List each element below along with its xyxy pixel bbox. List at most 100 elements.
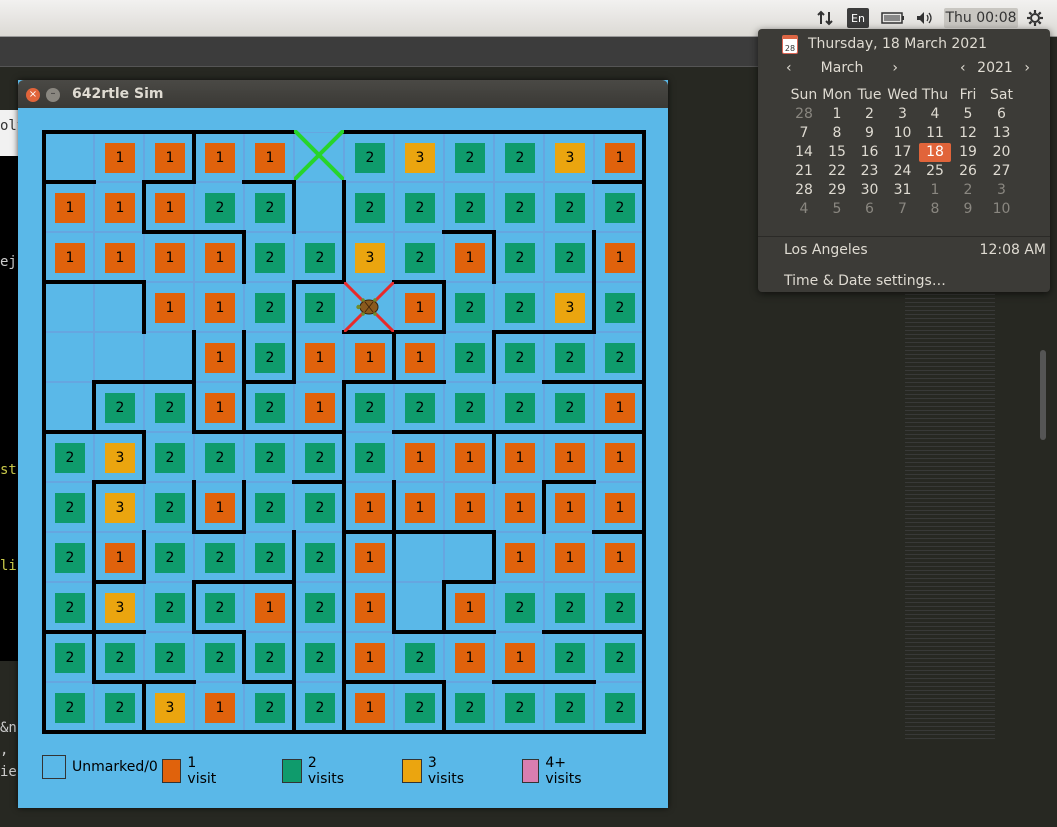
visit-count-marker: 1 xyxy=(505,543,535,573)
calendar-day[interactable]: 6 xyxy=(985,105,1018,124)
calendar-day[interactable]: 27 xyxy=(985,162,1018,181)
calendar-day[interactable]: 3 xyxy=(985,181,1018,200)
calendar-day[interactable]: 14 xyxy=(787,143,821,162)
visit-count-marker: 1 xyxy=(55,243,85,273)
volume-icon[interactable] xyxy=(914,8,936,28)
calendar-day[interactable]: 1 xyxy=(821,105,853,124)
visit-count-marker: 1 xyxy=(605,143,635,173)
time-date-settings-item[interactable]: Time & Date settings… xyxy=(784,273,946,289)
maze-wall xyxy=(192,130,196,184)
calendar-day[interactable]: 7 xyxy=(787,124,821,143)
weekday-header: Thu xyxy=(921,87,949,103)
clock-indicator[interactable]: Thu 00:08 xyxy=(944,8,1018,28)
maze-wall xyxy=(492,230,496,284)
calendar-day-today[interactable]: 18 xyxy=(919,143,951,162)
maze-wall xyxy=(292,280,346,284)
maze-wall xyxy=(192,580,196,634)
calendar-day[interactable]: 4 xyxy=(919,105,951,124)
prev-year-button[interactable]: ‹ xyxy=(960,60,966,76)
maze-cell: 2 xyxy=(244,182,294,232)
editor-scrollbar[interactable] xyxy=(1040,350,1046,440)
calendar-day[interactable]: 29 xyxy=(821,181,853,200)
calendar-day[interactable]: 28 xyxy=(787,181,821,200)
calendar-day[interactable]: 19 xyxy=(951,143,985,162)
legend-label: 4+ visits xyxy=(545,755,582,787)
calendar-day[interactable]: 15 xyxy=(821,143,853,162)
calendar-day[interactable]: 13 xyxy=(985,124,1018,143)
minimize-button[interactable]: – xyxy=(46,88,60,102)
maze-cell: 2 xyxy=(194,532,244,582)
maze-cell: 1 xyxy=(294,382,344,432)
battery-icon[interactable] xyxy=(880,8,906,28)
next-month-button[interactable]: › xyxy=(892,60,898,76)
maze-wall xyxy=(492,330,596,334)
legend-swatch xyxy=(402,759,422,783)
prev-month-button[interactable]: ‹ xyxy=(786,60,792,76)
calendar-day[interactable]: 9 xyxy=(853,124,886,143)
calendar-day[interactable]: 10 xyxy=(985,200,1018,219)
calendar-day[interactable]: 26 xyxy=(951,162,985,181)
maze-cell: 1 xyxy=(344,682,394,732)
calendar-day[interactable]: 8 xyxy=(821,124,853,143)
calendar-day[interactable]: 4 xyxy=(787,200,821,219)
maze-cell: 2 xyxy=(44,432,94,482)
calendar-day[interactable]: 25 xyxy=(919,162,951,181)
calendar-day[interactable]: 16 xyxy=(853,143,886,162)
calendar-day[interactable]: 2 xyxy=(853,105,886,124)
maze-cell: 1 xyxy=(94,132,144,182)
network-icon[interactable] xyxy=(814,8,836,28)
visit-count-marker: 1 xyxy=(455,593,485,623)
location-row[interactable]: Los Angeles 12:08 AM xyxy=(784,242,1046,258)
visit-count-marker: 2 xyxy=(255,543,285,573)
calendar-day[interactable]: 28 xyxy=(787,105,821,124)
close-button[interactable]: × xyxy=(26,88,40,102)
calendar-day[interactable]: 3 xyxy=(886,105,919,124)
calendar-day[interactable]: 17 xyxy=(886,143,919,162)
maze-cell: 1 xyxy=(144,232,194,282)
calendar-day[interactable]: 24 xyxy=(886,162,919,181)
calendar-day[interactable]: 11 xyxy=(919,124,951,143)
calendar-day[interactable]: 23 xyxy=(853,162,886,181)
editor-minimap[interactable] xyxy=(905,290,995,740)
visit-count-marker: 3 xyxy=(105,593,135,623)
maze-cell: 1 xyxy=(94,232,144,282)
calendar-day[interactable]: 31 xyxy=(886,181,919,200)
maze-cell: 2 xyxy=(494,182,544,232)
visit-count-marker: 2 xyxy=(605,343,635,373)
keyboard-language-indicator[interactable]: En xyxy=(847,8,869,28)
maze-wall xyxy=(492,530,496,584)
visit-count-marker: 2 xyxy=(355,143,385,173)
calendar-day[interactable]: 6 xyxy=(853,200,886,219)
calendar-day[interactable]: 7 xyxy=(886,200,919,219)
visit-count-marker: 2 xyxy=(505,193,535,223)
maze-cell: 2 xyxy=(144,532,194,582)
visit-count-marker: 1 xyxy=(305,393,335,423)
maze-cell: 1 xyxy=(394,282,444,332)
calendar-day[interactable]: 30 xyxy=(853,181,886,200)
maze-cell: 2 xyxy=(194,432,244,482)
calendar-day[interactable]: 5 xyxy=(951,105,985,124)
calendar-day[interactable]: 12 xyxy=(951,124,985,143)
maze-wall xyxy=(192,530,246,534)
calendar-day[interactable]: 20 xyxy=(985,143,1018,162)
maze-cell: 2 xyxy=(294,482,344,532)
maze-cell: 3 xyxy=(344,232,394,282)
calendar-day[interactable]: 2 xyxy=(951,181,985,200)
calendar-day[interactable]: 8 xyxy=(919,200,951,219)
visit-count-marker: 3 xyxy=(105,443,135,473)
maze-cell: 1 xyxy=(344,482,394,532)
calendar-day[interactable]: 21 xyxy=(787,162,821,181)
maze-cell: 2 xyxy=(244,432,294,482)
visit-count-marker: 2 xyxy=(455,693,485,723)
year-label: 2021 xyxy=(977,60,1013,76)
calendar-day[interactable]: 10 xyxy=(886,124,919,143)
visit-count-marker: 1 xyxy=(355,343,385,373)
gear-icon[interactable] xyxy=(1022,8,1048,28)
next-year-button[interactable]: › xyxy=(1024,60,1030,76)
maze-cell: 2 xyxy=(94,682,144,732)
calendar-day[interactable]: 1 xyxy=(919,181,951,200)
calendar-day[interactable]: 22 xyxy=(821,162,853,181)
window-titlebar[interactable]: × – 642rtle Sim xyxy=(18,80,668,108)
calendar-day[interactable]: 5 xyxy=(821,200,853,219)
calendar-day[interactable]: 9 xyxy=(951,200,985,219)
